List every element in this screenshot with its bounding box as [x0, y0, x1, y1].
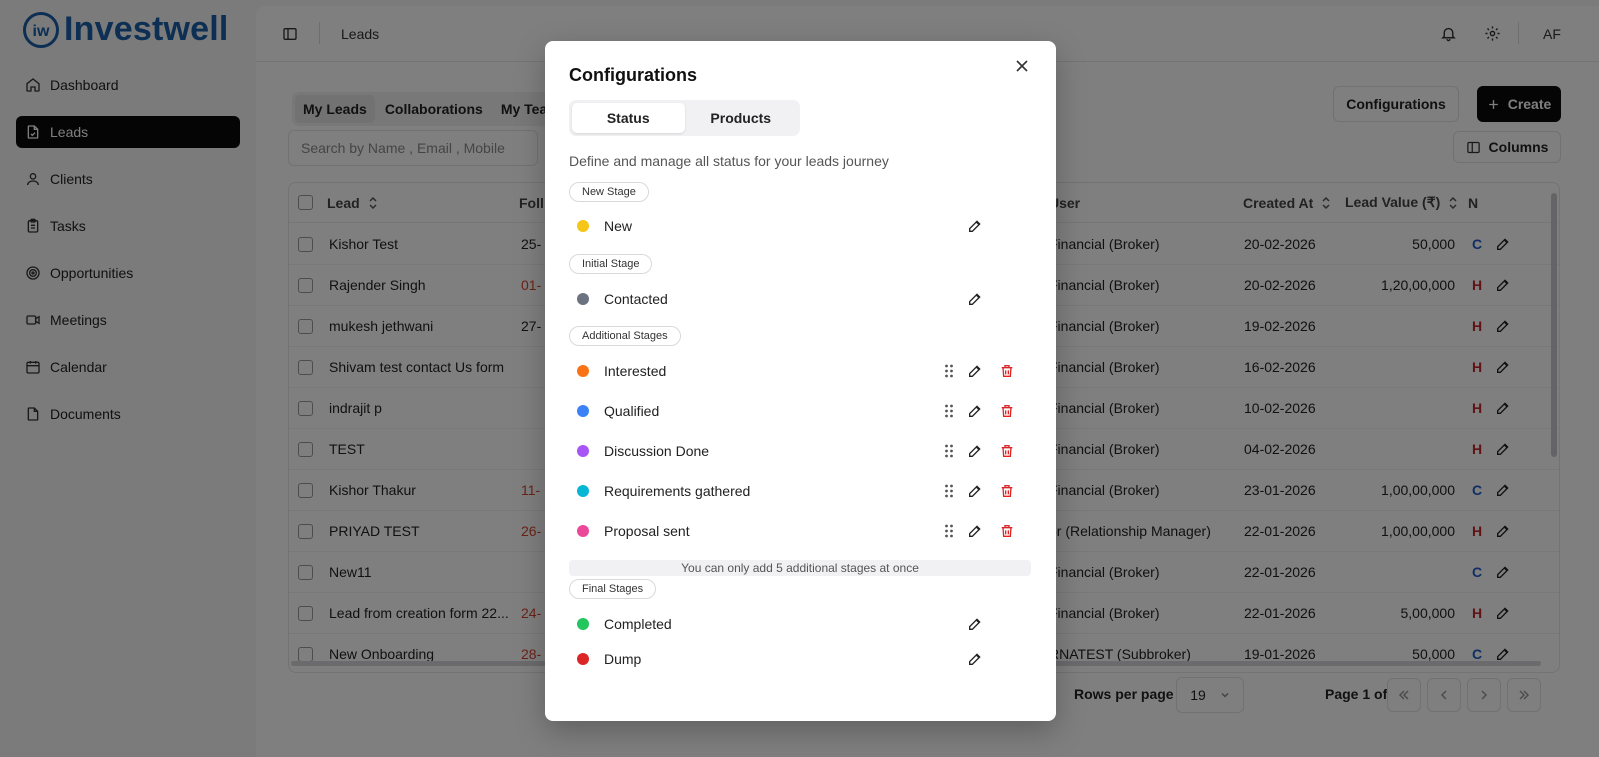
stage-label: New — [604, 218, 633, 234]
edit-icon[interactable] — [967, 483, 983, 499]
stage-label: Completed — [604, 616, 672, 632]
drag-handle-icon[interactable] — [941, 523, 957, 539]
edit-icon[interactable] — [967, 363, 983, 379]
stage-color-dot — [577, 618, 589, 630]
stage-color-dot — [577, 293, 589, 305]
stage-label: Interested — [604, 363, 667, 379]
stage-color-dot — [577, 653, 589, 665]
trash-icon[interactable] — [999, 363, 1015, 379]
trash-icon[interactable] — [999, 403, 1015, 419]
stage-label: Contacted — [604, 291, 668, 307]
dialog-tabs: Status Products — [569, 100, 800, 136]
close-icon[interactable] — [1013, 57, 1031, 75]
stage-group-additional: Additional Stages — [569, 326, 681, 346]
stage-limit-note: You can only add 5 additional stages at … — [569, 560, 1031, 576]
dialog-description: Define and manage all status for your le… — [569, 153, 889, 169]
stage-label: Discussion Done — [604, 443, 710, 459]
stage-item: Interested — [569, 356, 1013, 386]
trash-icon[interactable] — [999, 483, 1015, 499]
stage-item: Requirements gathered — [569, 476, 1013, 506]
stage-color-dot — [577, 525, 589, 537]
stage-item: New — [569, 211, 1009, 241]
stage-label: Requirements gathered — [604, 483, 751, 499]
stage-item: Completed — [569, 609, 1009, 639]
edit-icon[interactable] — [967, 291, 983, 307]
stage-item: Qualified — [569, 396, 1013, 426]
edit-icon[interactable] — [967, 218, 983, 234]
edit-icon[interactable] — [967, 403, 983, 419]
stage-item: Dump — [569, 644, 1009, 674]
drag-handle-icon[interactable] — [941, 363, 957, 379]
edit-icon[interactable] — [967, 443, 983, 459]
edit-icon[interactable] — [967, 651, 983, 667]
stage-color-dot — [577, 445, 589, 457]
trash-icon[interactable] — [999, 443, 1015, 459]
drag-handle-icon[interactable] — [941, 443, 957, 459]
stage-item: Contacted — [569, 284, 1009, 314]
edit-icon[interactable] — [967, 616, 983, 632]
stage-item: Discussion Done — [569, 436, 1013, 466]
stage-label: Qualified — [604, 403, 660, 419]
stage-label: Proposal sent — [604, 523, 690, 539]
trash-icon[interactable] — [999, 523, 1015, 539]
stage-color-dot — [577, 365, 589, 377]
configurations-dialog: Configurations Status Products Define an… — [545, 41, 1056, 721]
tab-status[interactable]: Status — [572, 103, 685, 133]
stage-group-new: New Stage — [569, 182, 649, 202]
dialog-title: Configurations — [569, 65, 697, 85]
stage-color-dot — [577, 485, 589, 497]
stage-color-dot — [577, 405, 589, 417]
stage-group-initial: Initial Stage — [569, 254, 653, 274]
drag-handle-icon[interactable] — [941, 403, 957, 419]
drag-handle-icon[interactable] — [941, 483, 957, 499]
edit-icon[interactable] — [967, 523, 983, 539]
tab-products[interactable]: Products — [685, 103, 798, 133]
stage-color-dot — [577, 220, 589, 232]
stage-label: Dump — [604, 651, 642, 667]
stage-item: Proposal sent — [569, 516, 1013, 546]
stage-group-final: Final Stages — [569, 579, 657, 599]
